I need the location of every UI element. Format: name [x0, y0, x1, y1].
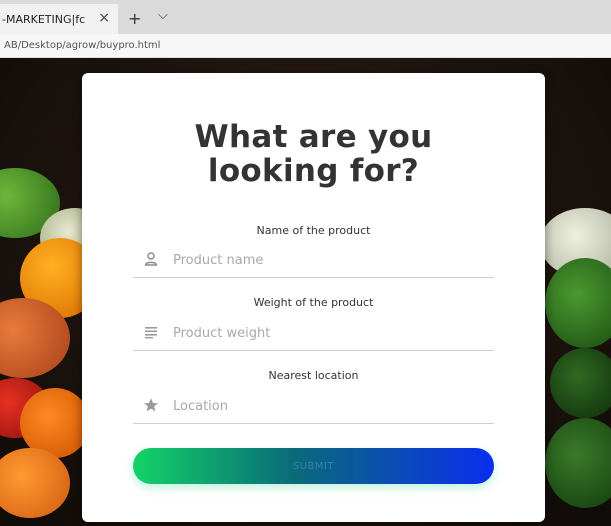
location-label: Nearest location	[268, 369, 359, 382]
tab-title: -MARKETING|fc	[2, 12, 86, 26]
address-bar[interactable]: AB/Desktop/agrow/buypro.html	[0, 34, 611, 58]
title-line-1: What are you	[194, 119, 433, 155]
browser-tab[interactable]: -MARKETING|fc ×	[0, 4, 118, 34]
product-name-label: Name of the product	[256, 224, 371, 237]
product-name-input[interactable]	[173, 248, 483, 272]
product-weight-input[interactable]	[173, 321, 483, 345]
product-weight-field[interactable]	[133, 317, 494, 351]
person-icon	[144, 252, 158, 266]
star-icon	[144, 398, 158, 412]
tab-bar: -MARKETING|fc × + ⌵	[0, 0, 611, 34]
search-form-card: What are you looking for? Name of the pr…	[82, 73, 545, 522]
close-icon[interactable]: ×	[98, 10, 110, 26]
location-input[interactable]	[173, 394, 483, 418]
new-tab-icon[interactable]: +	[128, 9, 141, 28]
lines-icon	[145, 327, 157, 339]
title-line-2: looking for?	[207, 153, 420, 189]
submit-button[interactable]: SUBMIT	[133, 448, 494, 484]
page-title: What are you looking for?	[82, 120, 545, 188]
product-name-field[interactable]	[133, 244, 494, 278]
product-weight-label: Weight of the product	[253, 296, 374, 309]
location-field[interactable]	[133, 390, 494, 424]
chevron-down-icon[interactable]: ⌵	[158, 8, 168, 23]
address-text: AB/Desktop/agrow/buypro.html	[4, 40, 161, 51]
